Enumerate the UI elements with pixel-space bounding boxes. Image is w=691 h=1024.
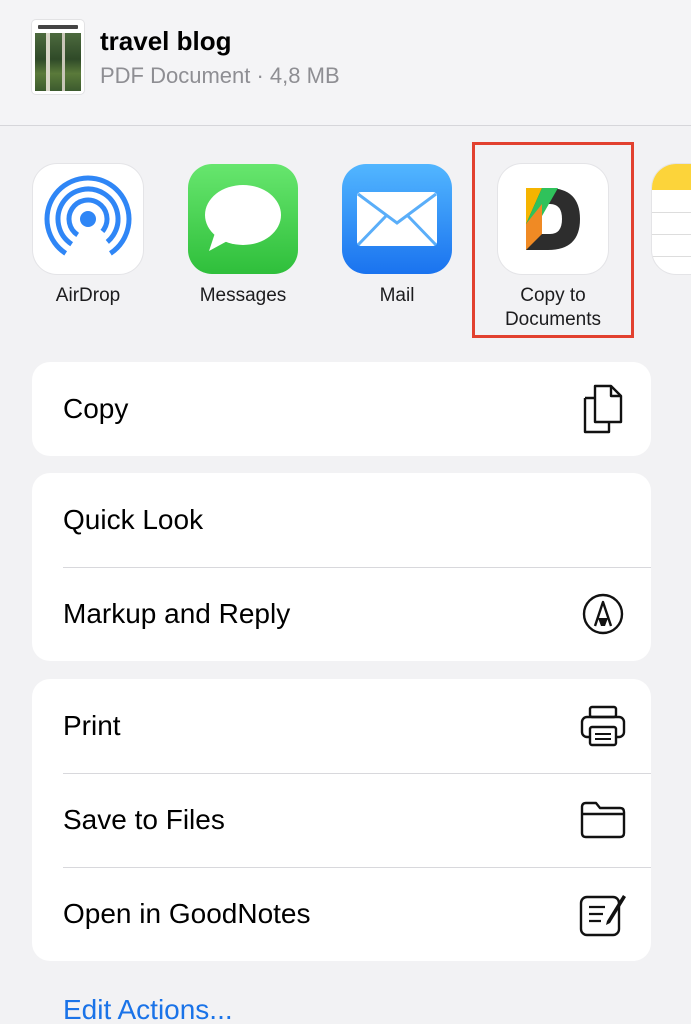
- action-group-copy: Copy: [32, 362, 651, 456]
- action-group-view: Quick Look Markup and Reply: [32, 473, 651, 661]
- app-label: N: [637, 284, 691, 308]
- app-label: Messages: [199, 285, 287, 306]
- messages-icon: [188, 164, 298, 274]
- print-icon: [579, 702, 627, 750]
- markup-icon: [579, 590, 627, 638]
- action-label: Copy: [63, 393, 129, 424]
- app-row[interactable]: AirDrop Messages Mail Copy to Documents: [0, 126, 691, 350]
- action-label: Save to Files: [63, 804, 225, 835]
- action-quick-look[interactable]: Quick Look: [32, 473, 651, 567]
- airdrop-icon: [33, 164, 143, 274]
- action-markup-and-reply[interactable]: Markup and Reply: [32, 567, 651, 661]
- document-title: travel blog: [100, 26, 232, 56]
- app-messages[interactable]: Messages: [173, 164, 313, 308]
- mail-icon: [342, 164, 452, 274]
- documents-app-icon: [498, 164, 608, 274]
- app-airdrop[interactable]: AirDrop: [18, 164, 158, 308]
- app-copy-to-documents[interactable]: Copy to Documents: [483, 164, 623, 332]
- action-copy[interactable]: Copy: [32, 362, 651, 456]
- action-save-to-files[interactable]: Save to Files: [32, 773, 651, 867]
- folder-icon: [579, 796, 627, 844]
- action-print[interactable]: Print: [32, 679, 651, 773]
- action-label: Print: [63, 710, 121, 741]
- share-sheet-header: travel blog PDF Document · 4,8 MB: [0, 0, 691, 126]
- notes-icon: [652, 164, 691, 274]
- document-thumbnail: [32, 20, 84, 94]
- goodnotes-icon: [579, 890, 627, 938]
- app-label: AirDrop: [55, 285, 121, 306]
- action-open-in-goodnotes[interactable]: Open in GoodNotes: [32, 867, 651, 961]
- edit-actions-link[interactable]: Edit Actions...: [63, 994, 233, 1024]
- action-label: Quick Look: [63, 504, 204, 535]
- app-notes[interactable]: N: [637, 164, 691, 308]
- action-label: Markup and Reply: [63, 598, 291, 629]
- app-label: Mail: [379, 285, 415, 306]
- document-subtitle: PDF Document · 4,8 MB: [100, 63, 340, 88]
- app-label: Copy to Documents: [504, 285, 602, 330]
- action-group-files: Print Save to Files Open in GoodNotes: [32, 679, 651, 961]
- app-mail[interactable]: Mail: [327, 164, 467, 308]
- action-label: Open in GoodNotes: [63, 898, 311, 929]
- copy-icon: [579, 384, 627, 434]
